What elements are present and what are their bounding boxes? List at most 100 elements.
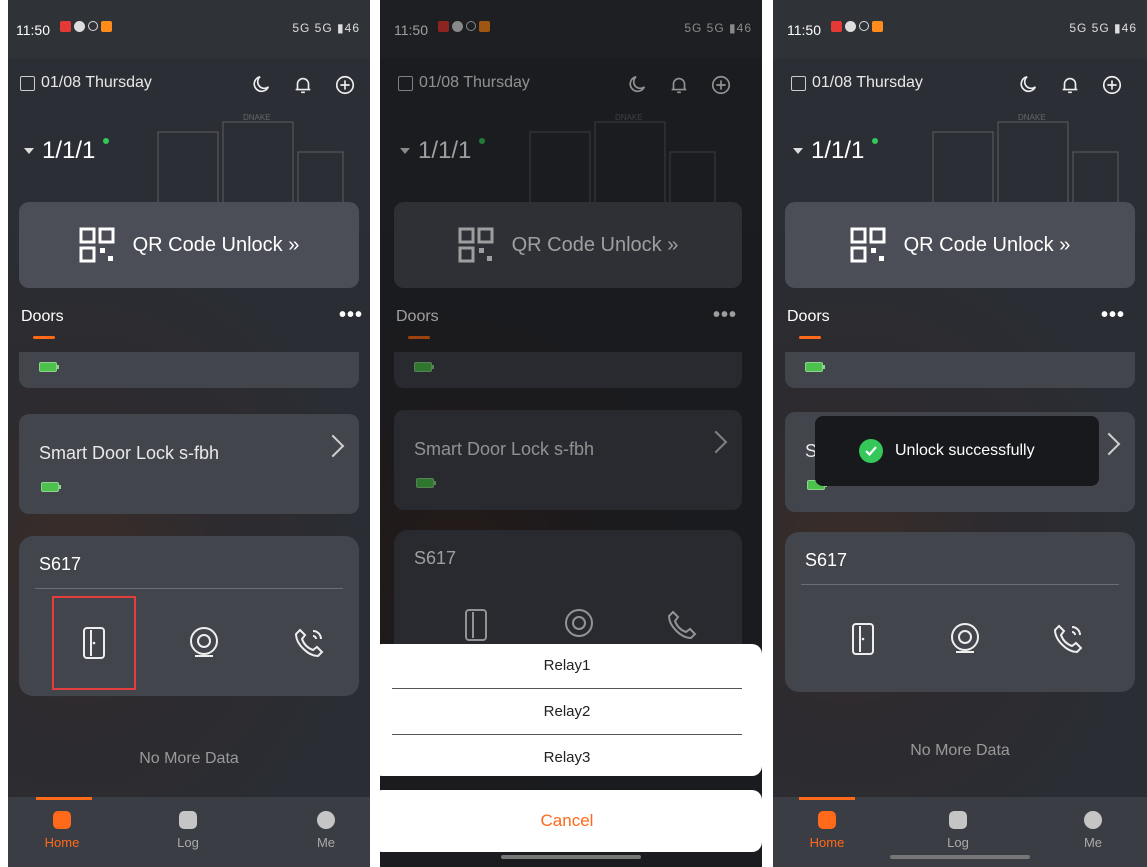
door-unlock-button[interactable] xyxy=(52,596,136,690)
status-bar: 11:50 5G 5G ▮46 xyxy=(773,0,1147,58)
home-indicator xyxy=(890,855,1030,859)
battery-icon xyxy=(805,362,825,372)
monitor-button[interactable] xyxy=(925,594,1005,684)
lock-card-partial[interactable] xyxy=(19,352,359,388)
svg-text:DNAKE: DNAKE xyxy=(1018,113,1046,122)
camera-icon xyxy=(190,627,218,657)
chevron-right-icon xyxy=(1097,432,1121,456)
online-dot xyxy=(103,138,110,144)
relay3-option[interactable]: Relay3 xyxy=(380,736,762,780)
tab-home[interactable]: Home xyxy=(32,811,92,850)
status-app-icons xyxy=(831,21,883,32)
divider xyxy=(35,588,343,589)
status-indicators: 5G 5G ▮46 xyxy=(1069,21,1137,35)
no-more-data: No More Data xyxy=(910,742,1010,759)
device-name: S617 xyxy=(805,550,848,570)
device-card: S617 xyxy=(785,532,1135,692)
date-text: 01/08 Thursday xyxy=(812,74,923,91)
lock-name: Smart Door Lock s-fbh xyxy=(39,443,220,463)
user-icon xyxy=(1084,811,1102,829)
add-circle-icon[interactable] xyxy=(334,74,356,96)
top-actions xyxy=(250,74,356,96)
user-icon xyxy=(317,811,335,829)
door-unlock-button[interactable] xyxy=(823,594,903,684)
door-icon xyxy=(852,623,874,655)
tab-me[interactable]: Me xyxy=(296,811,356,850)
toast-message: Unlock successfully xyxy=(895,442,1035,459)
qr-unlock-card[interactable]: QR Code Unlock » xyxy=(19,202,359,288)
log-icon xyxy=(179,811,197,829)
no-more-data: No More Data xyxy=(139,750,239,767)
home-icon xyxy=(53,811,71,829)
relay1-option[interactable]: Relay1 xyxy=(380,644,762,688)
dropdown-icon xyxy=(793,148,803,154)
tab-bar: Home Log Me xyxy=(8,797,370,867)
tab-log-label: Log xyxy=(947,835,969,850)
chevron-right-icon xyxy=(321,434,345,458)
phone-call-icon xyxy=(294,628,324,658)
unit-selector[interactable]: 1/1/1 xyxy=(793,137,879,165)
home-icon xyxy=(818,811,836,829)
phone-call-icon xyxy=(1053,624,1083,654)
unit-selector[interactable]: 1/1/1 xyxy=(24,137,110,165)
tab-me-label: Me xyxy=(316,835,336,850)
bell-icon[interactable] xyxy=(1059,74,1081,96)
online-dot xyxy=(872,138,879,144)
qr-unlock-label: QR Code Unlock » xyxy=(903,233,1071,256)
door-icon xyxy=(83,627,105,659)
doors-tab[interactable]: Doors xyxy=(21,308,64,326)
building-illustration: DNAKE xyxy=(157,113,344,207)
device-name: S617 xyxy=(39,554,82,574)
device-card: S617 xyxy=(19,536,359,696)
status-app-icons xyxy=(60,21,112,32)
building-illustration: DNAKE xyxy=(932,113,1119,207)
qr-code-icon xyxy=(850,227,886,263)
more-button[interactable]: ••• xyxy=(339,304,363,327)
tab-log[interactable]: Log xyxy=(158,811,218,850)
tab-active-indicator xyxy=(799,797,855,800)
doors-tab-indicator xyxy=(33,336,55,339)
battery-icon xyxy=(41,482,61,492)
call-button[interactable] xyxy=(1028,594,1108,684)
smart-lock-card[interactable]: Smart Door Lock s-fbh xyxy=(19,414,359,514)
status-time: 11:50 xyxy=(787,22,821,38)
date-text: 01/08 Thursday xyxy=(41,74,152,91)
unit-number: 1/1/1 xyxy=(811,137,865,164)
tab-home-label: Home xyxy=(44,835,80,850)
tab-me-label: Me xyxy=(1083,835,1103,850)
calendar-icon xyxy=(791,75,806,91)
bell-icon[interactable] xyxy=(292,74,314,96)
battery-icon xyxy=(39,362,59,372)
cancel-button[interactable]: Cancel xyxy=(380,790,762,852)
relay-action-sheet: Relay1 Relay2 Relay3 xyxy=(380,644,762,776)
relay2-option[interactable]: Relay2 xyxy=(380,690,762,734)
add-circle-icon[interactable] xyxy=(1101,74,1123,96)
unlock-success-toast: Unlock successfully xyxy=(815,416,1099,486)
svg-text:DNAKE: DNAKE xyxy=(243,113,271,122)
lock-card-partial[interactable] xyxy=(785,352,1135,388)
tab-log-label: Log xyxy=(177,835,199,850)
top-actions xyxy=(1017,74,1123,96)
more-button[interactable]: ••• xyxy=(1101,304,1125,327)
status-bar: 11:50 5G 5G ▮46 xyxy=(8,0,370,58)
status-time: 11:50 xyxy=(16,22,50,38)
phone-screen-relay-sheet: 11:50 5G 5G ▮46 01/08 Thursday DNAKE 1/1… xyxy=(380,0,762,867)
call-button[interactable] xyxy=(269,598,349,688)
moon-icon[interactable] xyxy=(250,74,272,96)
moon-icon[interactable] xyxy=(1017,74,1039,96)
calendar-icon xyxy=(20,75,35,91)
status-indicators: 5G 5G ▮46 xyxy=(292,21,360,35)
divider xyxy=(392,688,742,689)
qr-code-icon xyxy=(79,227,115,263)
phone-screen-unlock-success: 11:50 5G 5G ▮46 01/08 Thursday DNAKE 1/1… xyxy=(773,0,1147,867)
monitor-button[interactable] xyxy=(164,598,244,688)
unit-number: 1/1/1 xyxy=(42,137,96,164)
qr-unlock-card[interactable]: QR Code Unlock » xyxy=(785,202,1135,288)
tab-home[interactable]: Home xyxy=(797,811,857,850)
tab-log[interactable]: Log xyxy=(928,811,988,850)
doors-tab[interactable]: Doors xyxy=(787,308,830,326)
tab-me[interactable]: Me xyxy=(1063,811,1123,850)
divider xyxy=(801,584,1119,585)
home-indicator xyxy=(501,855,641,859)
doors-tab-indicator xyxy=(799,336,821,339)
